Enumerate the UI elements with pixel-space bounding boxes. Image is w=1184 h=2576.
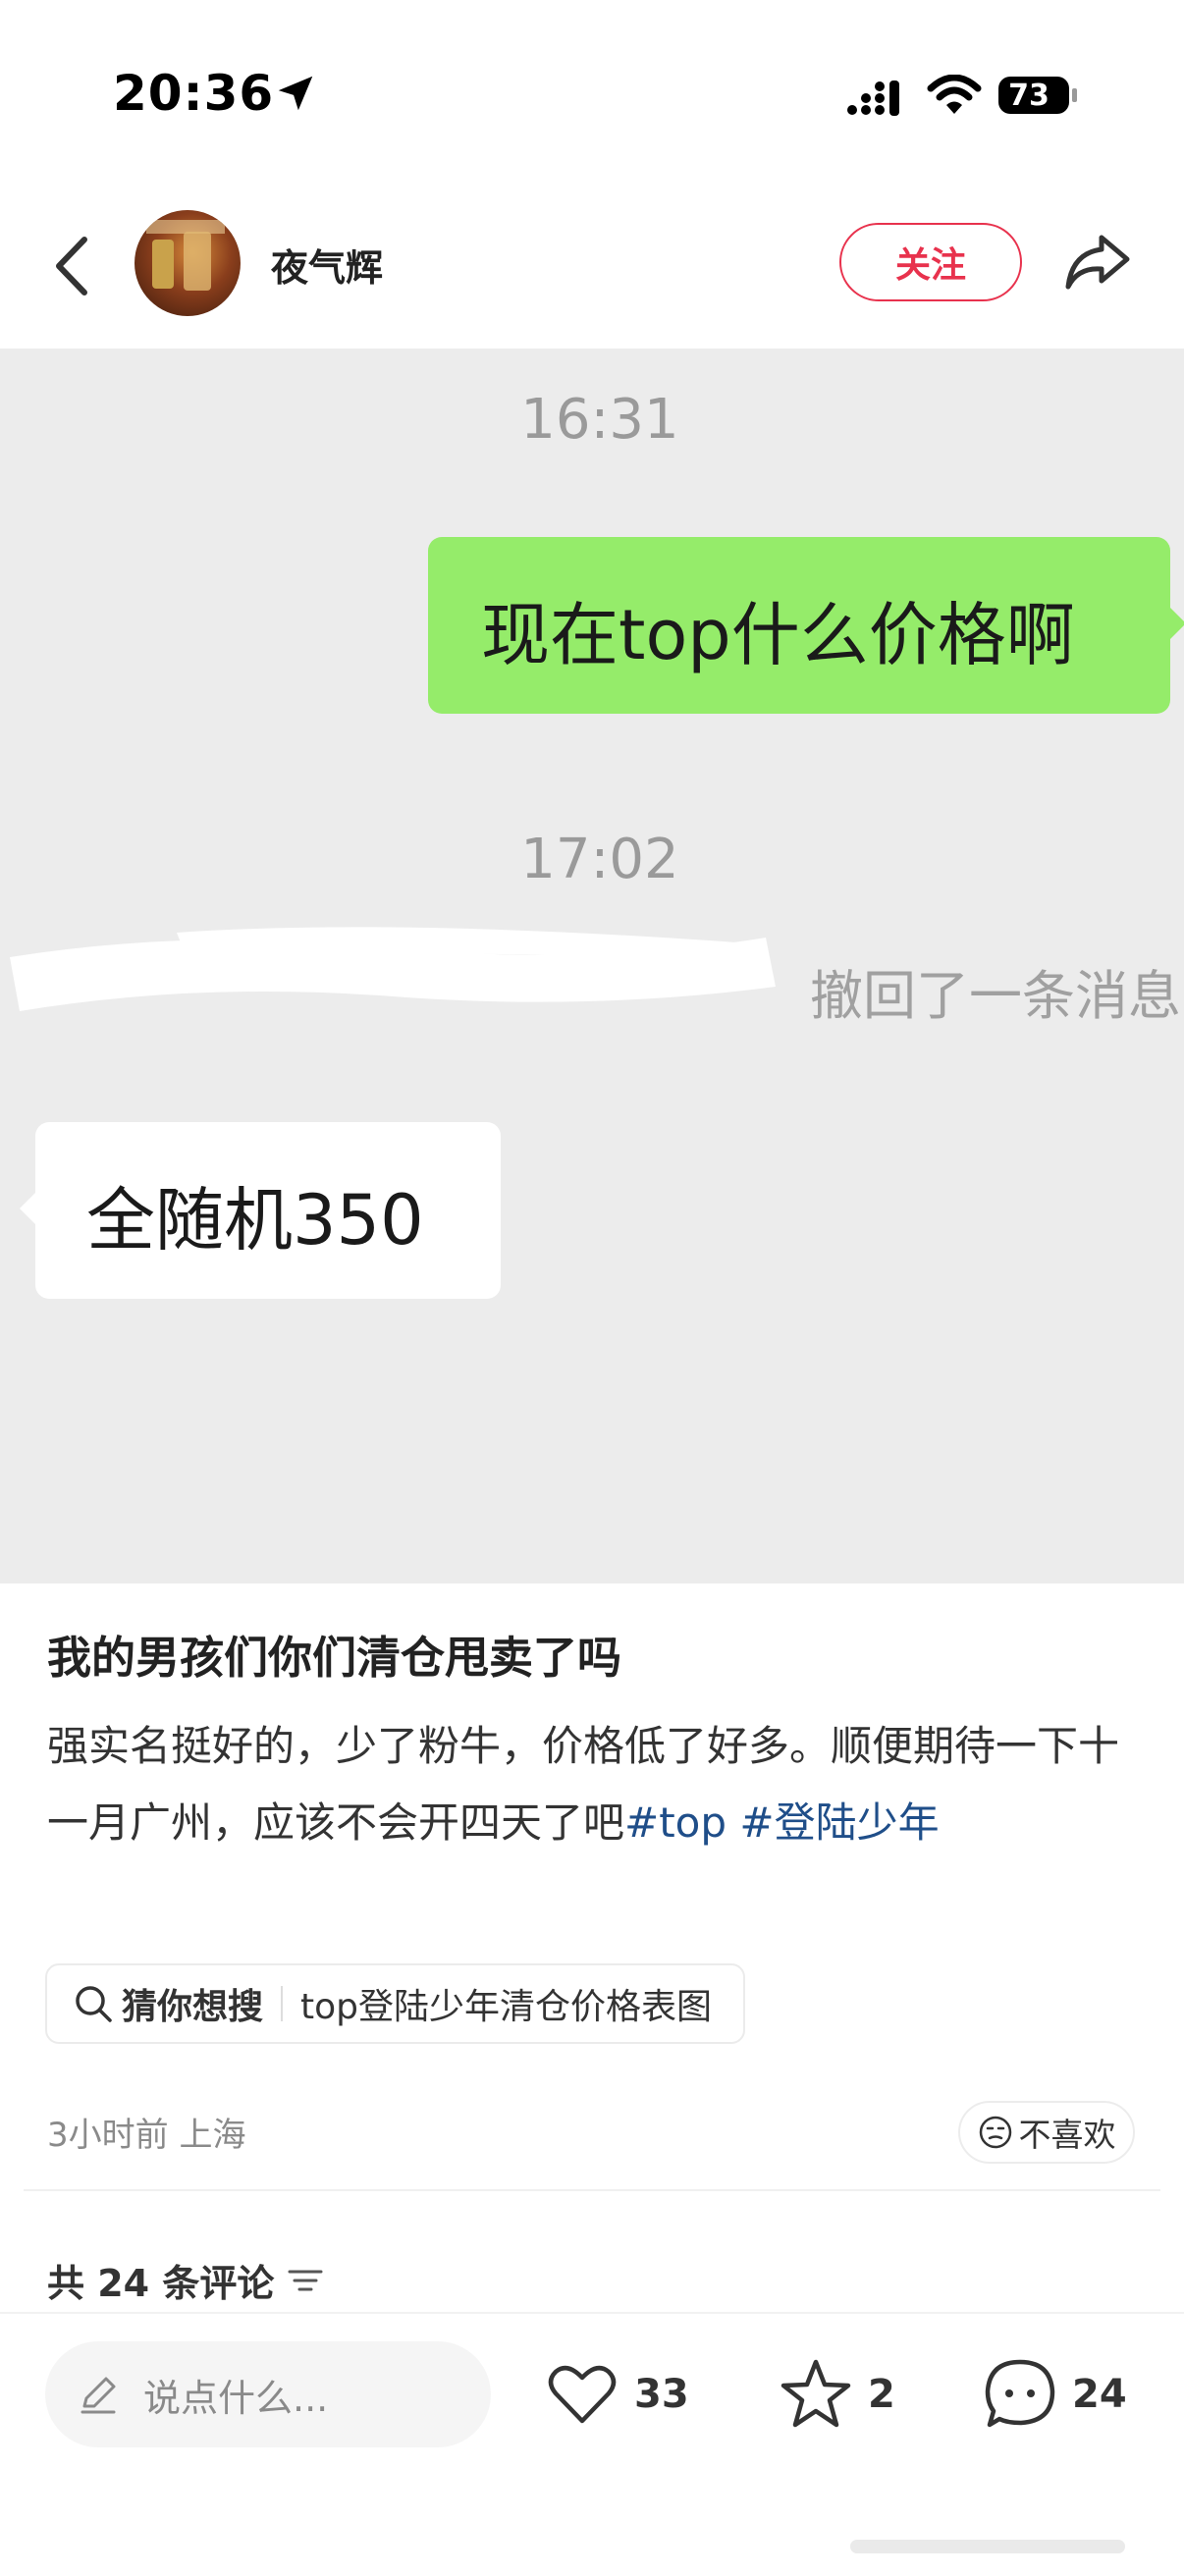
hashtag[interactable]: #top [624,1798,727,1847]
battery-level: 73 [1008,79,1049,113]
recall-notice: 撤回了一条消息 [810,965,1181,1027]
chat-timestamp: 17:02 [520,828,679,891]
search-query: top登陆少年清仓价格表图 [300,1987,713,2027]
like-button[interactable]: 33 [544,2353,689,2436]
pencil-icon [81,2377,116,2414]
wifi-icon [927,75,982,114]
heart-icon [548,2365,617,2424]
follow-button[interactable]: 关注 [839,223,1022,301]
sent-message-text: 现在top什么价格啊 [481,595,1075,675]
avatar[interactable] [135,210,241,316]
location-arrow-icon [278,76,313,111]
separator [281,1986,284,2021]
like-count: 33 [634,2372,689,2417]
comment-input[interactable]: 说点什么... [45,2341,491,2447]
dislike-label: 不喜欢 [1018,2116,1116,2154]
post-image[interactable]: 16:31 现在top什么价格啊 17:02 撤回了一条消息 全随机350 [0,349,1184,1583]
signal-icon [847,80,899,116]
received-message-bubble: 全随机350 [20,1122,501,1299]
comment-count-label: 共 24 条评论 [47,2262,275,2305]
filter-icon [288,2270,323,2290]
chat-timestamp: 16:31 [520,388,679,452]
share-icon[interactable] [1062,228,1133,295]
home-indicator [850,2540,1125,2553]
hashtag[interactable]: #登陆少年 [739,1798,939,1847]
favorite-button[interactable]: 2 [778,2353,895,2436]
post-header: 夜气辉 关注 [0,196,1184,344]
favorite-count: 2 [868,2372,895,2417]
neutral-face-icon [979,2116,1011,2149]
back-arrow-icon[interactable] [47,232,96,300]
status-bar: 20:36 73 [0,0,1184,177]
comment-count-number: 24 [1072,2372,1127,2417]
post-title: 我的男孩们你们清仓甩卖了吗 [47,1632,622,1684]
author-name[interactable]: 夜气辉 [271,238,383,292]
dislike-button[interactable]: 不喜欢 [958,2101,1135,2164]
search-label: 猜你想搜 [122,1987,264,2027]
sent-message-bubble: 现在top什么价格啊 [428,537,1184,714]
comment-placeholder: 说点什么... [143,2376,329,2420]
post-body: 强实名挺好的，少了粉牛，价格低了好多。顺便期待一下十一月广州，应该不会开四天了吧… [47,1708,1147,1861]
status-time: 20:36 [113,65,275,122]
post-meta: 3小时前 上海 [47,2116,246,2155]
comment-count[interactable]: 共 24 条评论 [47,2253,325,2307]
post-body-text: 强实名挺好的，少了粉牛，价格低了好多。顺便期待一下十一月广州，应该不会开四天了吧 [47,1722,1120,1847]
search-icon [76,1986,112,2022]
redaction-scribble [10,927,776,1011]
divider [24,2189,1160,2191]
bottom-action-bar: 说点什么... 33 2 24 [0,2312,1184,2576]
suggested-search-chip[interactable]: 猜你想搜 top登陆少年清仓价格表图 [45,1963,746,2044]
comment-bubble-icon [985,2359,1055,2428]
received-message-text: 全随机350 [86,1180,424,1261]
star-icon [780,2359,851,2428]
comment-button[interactable]: 24 [982,2353,1127,2436]
